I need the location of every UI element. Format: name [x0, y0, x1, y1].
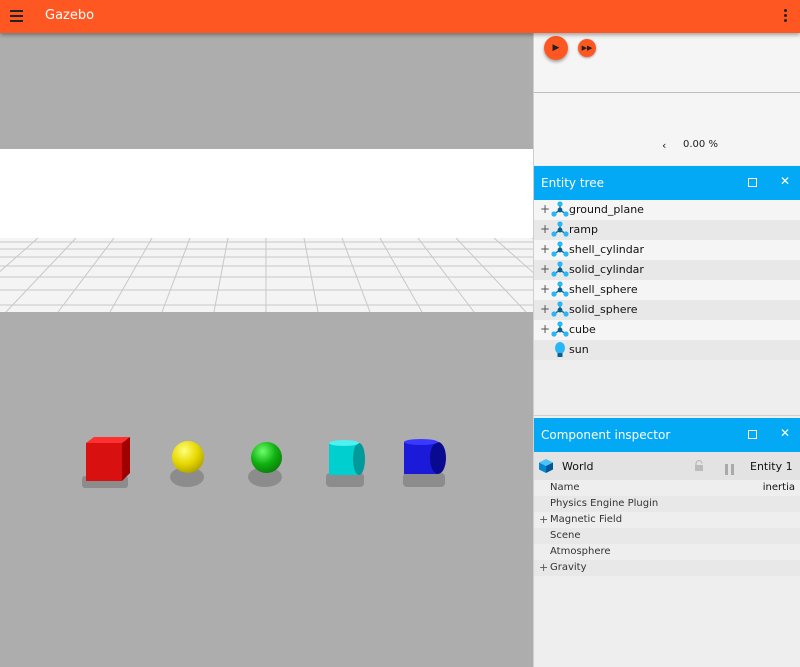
- expand-icon[interactable]: +: [539, 513, 548, 526]
- red-cube[interactable]: [84, 435, 132, 483]
- world-stats: ‹ 0.00 %: [534, 93, 800, 165]
- expand-icon[interactable]: +: [540, 202, 550, 216]
- model-icon: [551, 221, 569, 237]
- expand-stats-chevron-icon[interactable]: ‹: [662, 139, 666, 152]
- tree-item-shell-cylindar[interactable]: + shell_cylindar: [534, 240, 800, 260]
- row-label: Gravity: [550, 562, 587, 573]
- entity-tree-header: Entity tree ✕: [534, 166, 800, 200]
- expand-icon[interactable]: +: [540, 302, 550, 316]
- step-button[interactable]: ▶▶: [578, 39, 596, 57]
- tree-item-cube[interactable]: + cube: [534, 320, 800, 340]
- expand-icon[interactable]: +: [539, 561, 548, 574]
- tree-item-label: cube: [569, 323, 596, 336]
- play-button[interactable]: ▶: [544, 36, 568, 60]
- tree-item-solid-cylindar[interactable]: + solid_cylindar: [534, 260, 800, 280]
- inspector-row-scene: Scene: [534, 528, 800, 544]
- hamburger-menu-icon[interactable]: [10, 10, 23, 22]
- inspector-row-atmosphere: Atmosphere: [534, 544, 800, 560]
- world-control: ▶ ▶▶: [534, 33, 800, 93]
- inspector-entity-header: World Entity 1: [534, 452, 800, 480]
- tree-item-label: ground_plane: [569, 203, 644, 216]
- side-panel: ▶ ▶▶ ‹ 0.00 % Entity tree ✕ + ground_pla…: [533, 33, 800, 667]
- light-bulb-icon: [555, 342, 565, 357]
- component-inspector: World Entity 1 Name inertia Physics Engi…: [534, 452, 800, 667]
- tree-item-label: shell_cylindar: [569, 243, 644, 256]
- row-value: inertia: [762, 482, 795, 493]
- inspector-row-name: Name inertia: [534, 480, 800, 496]
- component-inspector-title: Component inspector: [541, 428, 671, 442]
- close-icon[interactable]: ✕: [780, 174, 790, 188]
- inspector-row-physics-engine-plugin: Physics Engine Plugin: [534, 496, 800, 512]
- tree-item-ground-plane[interactable]: + ground_plane: [534, 200, 800, 220]
- tree-item-label: solid_sphere: [569, 303, 638, 316]
- yellow-sphere[interactable]: [172, 441, 204, 473]
- row-label: Scene: [550, 530, 581, 541]
- tree-item-label: solid_cylindar: [569, 263, 644, 276]
- model-icon: [551, 281, 569, 297]
- entity-id-label: Entity 1: [750, 460, 793, 473]
- tree-item-label: shell_sphere: [569, 283, 638, 296]
- entity-type-label: World: [562, 460, 594, 473]
- app-bar: Gazebo: [0, 0, 800, 33]
- row-label: Magnetic Field: [550, 514, 623, 525]
- entity-tree-title: Entity tree: [541, 176, 604, 190]
- pause-updates-icon[interactable]: [725, 460, 737, 475]
- green-sphere[interactable]: [251, 442, 282, 473]
- expand-icon[interactable]: +: [540, 242, 550, 256]
- tree-item-label: ramp: [569, 223, 598, 236]
- expand-icon[interactable]: +: [540, 322, 550, 336]
- tree-item-sun[interactable]: sun: [534, 340, 800, 360]
- row-label: Physics Engine Plugin: [550, 498, 659, 509]
- model-icon: [551, 201, 569, 217]
- tree-item-ramp[interactable]: + ramp: [534, 220, 800, 240]
- expand-icon[interactable]: +: [540, 222, 550, 236]
- model-icon: [551, 261, 569, 277]
- component-inspector-header: Component inspector ✕: [534, 418, 800, 452]
- model-icon: [551, 321, 569, 337]
- model-icon: [551, 241, 569, 257]
- scene-viewport[interactable]: [0, 33, 533, 667]
- inspector-row-magnetic-field[interactable]: + Magnetic Field: [534, 512, 800, 528]
- ground-plane-grid: [0, 238, 533, 312]
- cyan-cylinder[interactable]: [327, 439, 367, 477]
- maximize-icon[interactable]: [748, 178, 757, 187]
- tree-item-solid-sphere[interactable]: + solid_sphere: [534, 300, 800, 320]
- real-time-factor: 0.00 %: [683, 139, 718, 150]
- tree-item-shell-sphere[interactable]: + shell_sphere: [534, 280, 800, 300]
- row-label: Atmosphere: [550, 546, 611, 557]
- entity-tree: + ground_plane + ramp + shell_cylindar +…: [534, 200, 800, 416]
- sky-background: [0, 149, 533, 241]
- inspector-row-gravity[interactable]: + Gravity: [534, 560, 800, 576]
- expand-icon[interactable]: +: [540, 282, 550, 296]
- row-label: Name: [550, 482, 580, 493]
- model-icon: [551, 301, 569, 317]
- world-cube-icon: [539, 459, 553, 473]
- tree-item-label: sun: [569, 343, 589, 356]
- expand-icon[interactable]: +: [540, 262, 550, 276]
- app-title: Gazebo: [45, 8, 95, 23]
- close-icon[interactable]: ✕: [780, 426, 790, 440]
- more-options-icon[interactable]: [784, 9, 788, 23]
- blue-cylinder[interactable]: [402, 439, 448, 477]
- lock-icon[interactable]: [694, 460, 704, 472]
- maximize-icon[interactable]: [748, 430, 757, 439]
